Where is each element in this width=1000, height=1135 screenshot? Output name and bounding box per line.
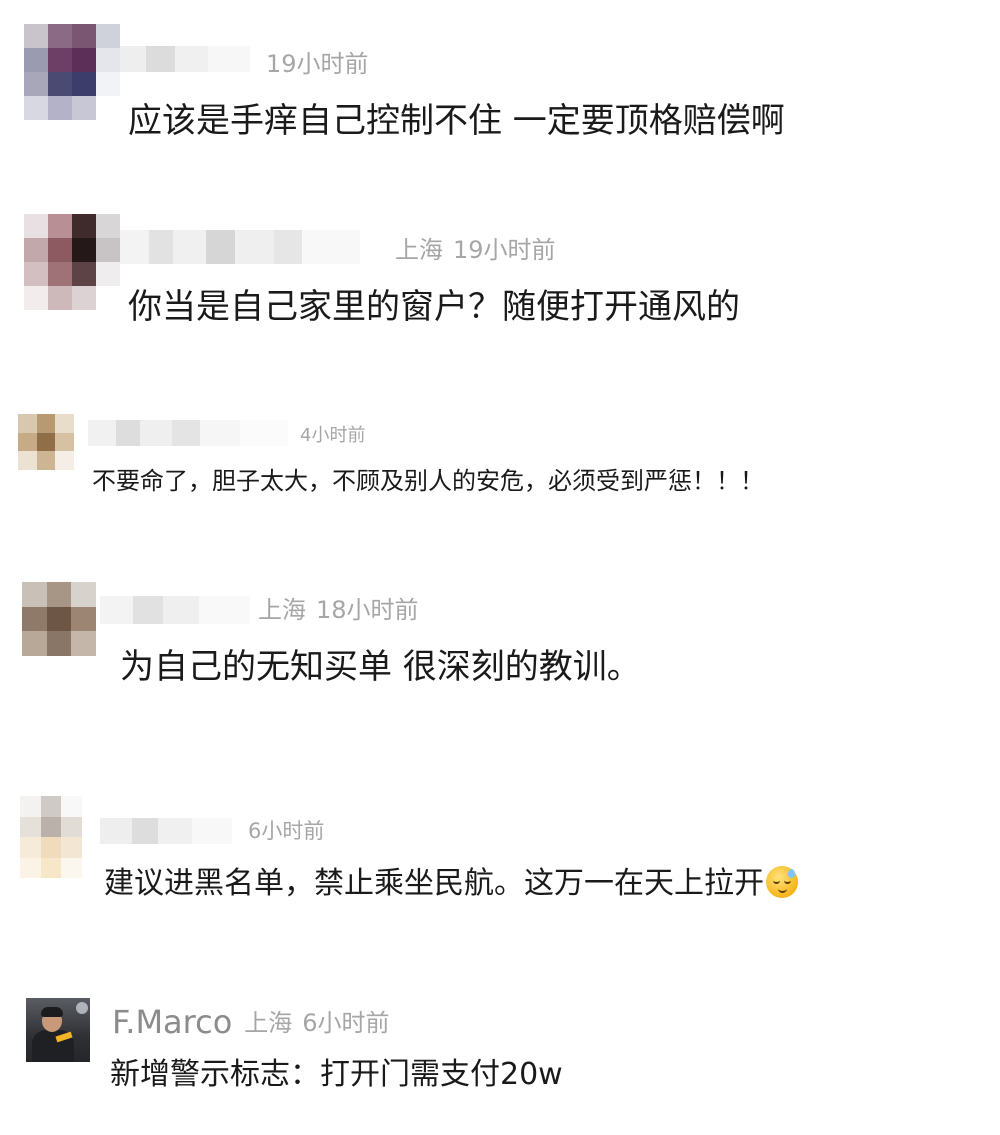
avatar[interactable] [26,998,90,1062]
comment-location: 上海 [244,1009,293,1037]
comment-time: 6小时前 [302,1009,390,1037]
comment-username[interactable]: F.Marco [112,1003,232,1041]
comment-item: F.Marco 上海 6小时前 新增警示标志：打开门需支付20w [0,0,1000,1135]
comment-text: 新增警示标志：打开门需支付20w [110,1057,563,1092]
comment-meta: F.Marco 上海 6小时前 [112,1006,390,1038]
